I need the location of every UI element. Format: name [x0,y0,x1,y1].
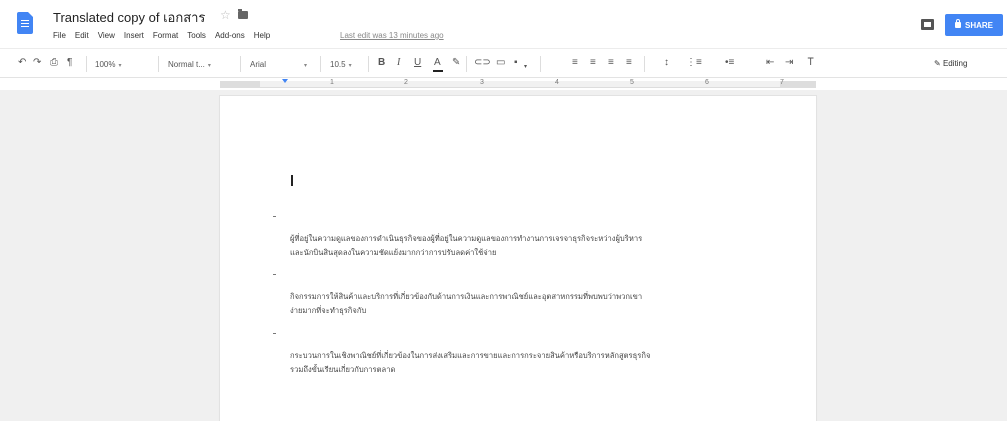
document-page[interactable]: ผู้ที่อยู่ในความดูแลของการดำเนินธุรกิจขอ… [220,96,816,421]
ruler-indent-marker[interactable] [282,79,288,83]
formatting-toolbar: ↶ ↷ ⎙ ¶ 100% ▾ Normal t... ▾ Arial ▾ 10.5 ▾ … [0,48,1007,78]
ruler-number: 1 [330,79,334,86]
editing-mode-button[interactable]: ✎ Editing [934,59,967,68]
print-icon[interactable]: ⎙ [50,57,58,69]
align-center-icon[interactable]: ≡ [590,57,596,69]
numbered-list-icon[interactable]: ⋮≡ [686,57,702,69]
text-color-button[interactable]: A [434,57,441,69]
menu-file[interactable]: File [53,31,66,40]
undo-icon[interactable]: ↶ [18,57,26,69]
menu-view[interactable]: View [98,31,115,40]
paragraph[interactable]: กระบวนการในเชิงพาณิชย์ที่เกี่ยวข้องในการ… [290,349,760,377]
ruler-number: 3 [480,79,484,86]
paragraph[interactable]: กิจกรรมการให้สินค้าและบริการที่เกี่ยวข้อ… [290,290,760,318]
list-marker [273,333,276,334]
paint-format-icon[interactable]: ¶ [67,57,72,69]
font-size-select[interactable]: 10.5 ▾ [330,59,352,72]
comment-add-icon[interactable]: ▭ [496,57,505,69]
docs-logo-icon[interactable] [17,12,33,34]
bulleted-list-icon[interactable]: •≡ [725,57,734,69]
highlight-icon[interactable]: ✎ [452,57,460,69]
menu-bar: File Edit View Insert Format Tools Add-o… [53,31,270,40]
star-icon[interactable]: ☆ [220,8,231,22]
document-title[interactable]: Translated copy of เอกสาร [53,7,205,28]
text-color-swatch [433,70,443,72]
zoom-select[interactable]: 100% ▾ [95,59,121,72]
font-select[interactable]: Arial ▾ [250,59,307,72]
ruler-number: 4 [555,79,559,86]
paragraph[interactable]: ผู้ที่อยู่ในความดูแลของการดำเนินธุรกิจขอ… [290,232,760,260]
ruler-left-margin [220,81,260,88]
menu-help[interactable]: Help [254,31,270,40]
align-justify-icon[interactable]: ≡ [626,57,632,69]
line-spacing-icon[interactable]: ↕ [664,57,669,69]
ruler-right-margin [780,81,816,88]
clear-formatting-icon[interactable]: Ꭲ [808,57,814,69]
comments-icon[interactable] [921,19,934,30]
image-icon[interactable]: ▪ [514,57,518,69]
menu-edit[interactable]: Edit [75,31,89,40]
ruler-number: 6 [705,79,709,86]
ruler-number: 2 [404,79,408,86]
last-edit-link[interactable]: Last edit was 13 minutes ago [340,31,444,40]
list-marker [273,216,276,217]
link-icon[interactable]: ⊂⊃ [474,57,491,69]
bold-button[interactable]: B [378,57,385,69]
share-button[interactable]: SHARE [945,14,1003,36]
menu-insert[interactable]: Insert [124,31,144,40]
header-bar: Translated copy of เอกสาร ☆ File Edit Vi… [0,0,1007,48]
document-canvas: ผู้ที่อยู่ในความดูแลของการดำเนินธุรกิจขอ… [0,90,1007,421]
redo-icon[interactable]: ↷ [33,57,41,69]
menu-addons[interactable]: Add-ons [215,31,245,40]
italic-button[interactable]: I [397,57,400,69]
menu-format[interactable]: Format [153,31,178,40]
ruler-number: 5 [630,79,634,86]
decrease-indent-icon[interactable]: ⇤ [766,57,774,69]
ruler[interactable]: 1 2 3 4 5 6 7 [220,78,816,90]
docs-app: Translated copy of เอกสาร ☆ File Edit Vi… [0,0,1007,421]
list-marker [273,274,276,275]
folder-icon[interactable] [238,9,248,19]
increase-indent-icon[interactable]: ⇥ [785,57,793,69]
lock-icon [954,19,961,28]
image-caret-icon[interactable]: ▾ [524,61,527,73]
menu-tools[interactable]: Tools [187,31,206,40]
share-label: SHARE [964,20,993,30]
align-left-icon[interactable]: ≡ [572,57,578,69]
text-cursor [291,175,293,186]
underline-button[interactable]: U [414,57,421,69]
ruler-number: 7 [780,79,784,86]
align-right-icon[interactable]: ≡ [608,57,614,69]
style-select[interactable]: Normal t... ▾ [168,59,211,72]
